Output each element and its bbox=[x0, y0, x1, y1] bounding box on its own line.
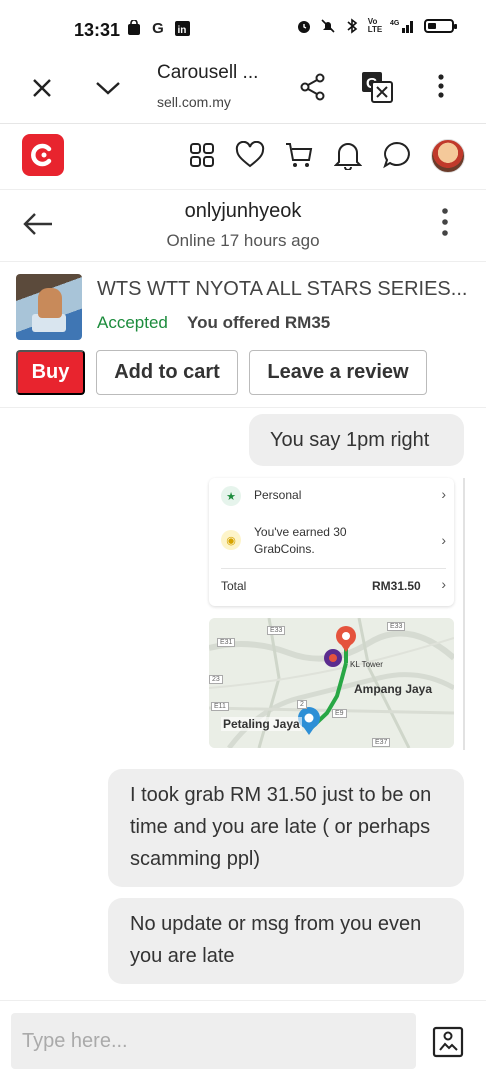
add-to-cart-button[interactable]: Add to cart bbox=[96, 350, 238, 395]
person-icon: ★ bbox=[221, 486, 241, 506]
carousell-logo-icon[interactable] bbox=[22, 134, 64, 176]
coin-icon: ◉ bbox=[221, 530, 241, 550]
chat-header: onlyjunhyeok Online 17 hours ago bbox=[0, 190, 486, 262]
route-map: KL Tower Ampang Jaya Petaling Jaya E33 E… bbox=[209, 618, 454, 748]
cart-icon[interactable] bbox=[283, 139, 315, 171]
receipt-grabcoins: You've earned 30 GrabCoins. bbox=[254, 525, 347, 556]
chat-menu-icon[interactable] bbox=[440, 206, 450, 243]
status-time: 13:31 bbox=[74, 20, 121, 40]
more-vert-icon[interactable] bbox=[436, 72, 446, 100]
alarm-icon bbox=[296, 18, 312, 34]
map-road-code: E11 bbox=[211, 702, 229, 711]
online-status: Online 17 hours ago bbox=[166, 231, 320, 250]
message-bubble: You say 1pm right bbox=[249, 414, 464, 466]
receipt-screenshot: ★ Personal › ◉ You've earned 30 GrabCoin… bbox=[209, 478, 454, 606]
translate-icon[interactable]: G bbox=[360, 70, 394, 104]
buy-button[interactable]: Buy bbox=[16, 350, 85, 395]
status-left-icons: G in bbox=[126, 19, 190, 37]
offer-status: Accepted bbox=[97, 313, 168, 332]
browser-toolbar: Carousell ... sell.com.my G bbox=[0, 56, 486, 124]
bell-icon[interactable] bbox=[332, 139, 364, 171]
map-road-code: 2 bbox=[297, 700, 307, 709]
categories-icon[interactable] bbox=[186, 139, 218, 171]
bluetooth-icon bbox=[344, 18, 360, 34]
listing-thumbnail[interactable] bbox=[16, 274, 82, 340]
map-road-code: 23 bbox=[209, 675, 223, 684]
map-road-code: E33 bbox=[267, 626, 286, 635]
page-title: Carousell ... bbox=[157, 62, 259, 83]
listing-title[interactable]: WTS WTT NYOTA ALL STARS SERIES... bbox=[97, 278, 472, 301]
attach-image-icon[interactable] bbox=[432, 1026, 464, 1058]
status-right-icons: Vo LTE 4G bbox=[296, 17, 457, 34]
google-icon: G bbox=[152, 19, 164, 37]
chevron-right-icon: › bbox=[441, 486, 446, 502]
message-bubble: No update or msg from you even you are l… bbox=[108, 898, 464, 984]
map-road-code: E9 bbox=[332, 709, 347, 718]
listing-card: WTS WTT NYOTA ALL STARS SERIES... Accept… bbox=[0, 262, 486, 408]
map-road-code: E37 bbox=[372, 738, 391, 747]
chevron-right-icon: › bbox=[441, 532, 446, 548]
leave-review-button[interactable]: Leave a review bbox=[249, 350, 427, 395]
heart-icon[interactable] bbox=[234, 139, 266, 171]
share-icon[interactable] bbox=[298, 72, 328, 102]
receipt-total-value: RM31.50 bbox=[372, 579, 421, 593]
battery-icon bbox=[424, 19, 457, 33]
bag-icon bbox=[126, 20, 142, 36]
app-header bbox=[0, 124, 486, 190]
map-label-ampang-jaya: Ampang Jaya bbox=[354, 682, 433, 696]
svg-text:4G: 4G bbox=[390, 20, 400, 27]
map-label-kl-tower: KL Tower bbox=[350, 660, 383, 669]
receipt-personal: Personal bbox=[254, 488, 302, 502]
map-label-petaling-jaya: Petaling Jaya bbox=[221, 717, 302, 731]
map-road-code: E33 bbox=[387, 622, 406, 631]
svg-text:in: in bbox=[177, 25, 186, 36]
message-list: You say 1pm right ★ Personal › ◉ You've … bbox=[0, 408, 486, 1000]
page-url[interactable]: sell.com.my bbox=[157, 94, 231, 110]
message-bubble: I took grab RM 31.50 just to be on time … bbox=[108, 769, 464, 887]
image-attachment[interactable]: ★ Personal › ◉ You've earned 30 GrabCoin… bbox=[209, 478, 466, 750]
offer-amount: You offered RM35 bbox=[187, 313, 331, 332]
signal-icon: 4G bbox=[390, 18, 416, 34]
chevron-right-icon: › bbox=[441, 576, 446, 592]
chat-username: onlyjunhyeok bbox=[184, 200, 302, 222]
chat-bubble-icon[interactable] bbox=[381, 139, 413, 171]
volte-icon: Vo LTE bbox=[367, 17, 383, 34]
message-composer bbox=[0, 1000, 486, 1080]
avatar[interactable] bbox=[431, 139, 465, 173]
status-bar: 13:31 G in Vo LTE 4G bbox=[0, 0, 486, 56]
linkedin-icon: in bbox=[174, 20, 190, 36]
chevron-down-icon[interactable] bbox=[94, 78, 122, 98]
mute-icon bbox=[320, 18, 336, 34]
message-input[interactable] bbox=[11, 1013, 416, 1069]
map-road-code: E31 bbox=[217, 638, 236, 647]
close-icon[interactable] bbox=[30, 76, 54, 100]
